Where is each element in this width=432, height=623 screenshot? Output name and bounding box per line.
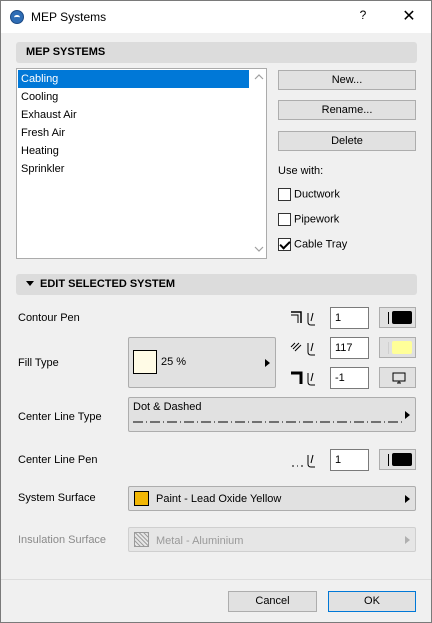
fill-background-monitor-button[interactable] (379, 367, 416, 388)
help-button[interactable]: ? (353, 8, 373, 26)
footer-divider (1, 579, 431, 580)
insulation-surface-swatch (134, 532, 149, 547)
center-line-type-value: Dot & Dashed (133, 401, 202, 413)
list-item[interactable]: Exhaust Air (18, 106, 249, 124)
fill-preview-swatch (133, 350, 157, 374)
fill-foreground-pen-icon (289, 339, 319, 357)
dialog-title: MEP Systems (31, 10, 107, 24)
insulation-surface-label: Insulation Surface (18, 534, 107, 546)
system-surface-label: System Surface (18, 492, 96, 504)
fill-type-value: 25 % (161, 356, 187, 368)
list-item[interactable]: Heating (18, 142, 249, 160)
system-surface-value: Paint - Lead Oxide Yellow (156, 493, 282, 505)
app-icon (10, 10, 24, 24)
mep-systems-dialog: MEP Systems ? ✕ MEP SYSTEMS Cabling Cool… (0, 0, 432, 623)
center-line-type-label: Center Line Type (18, 411, 102, 423)
fill-type-arrow-icon (265, 359, 270, 367)
mep-systems-header-label: MEP SYSTEMS (26, 46, 106, 58)
pipework-label: Pipework (294, 213, 340, 226)
center-line-pen-color-button[interactable] (379, 449, 416, 470)
ductwork-label: Ductwork (294, 188, 340, 201)
center-line-pen-swatch (392, 453, 412, 466)
contour-pen-color-button[interactable] (379, 307, 416, 328)
center-line-type-picker[interactable]: Dot & Dashed (128, 397, 416, 432)
contour-pen-icon (289, 309, 319, 327)
pipework-checkbox[interactable]: Pipework (278, 213, 339, 229)
delete-button[interactable]: Delete (278, 131, 416, 151)
edit-system-header-label: EDIT SELECTED SYSTEM (40, 278, 176, 290)
list-item[interactable]: Cabling (18, 70, 249, 88)
center-line-pen-icon (289, 451, 319, 469)
insulation-surface-arrow-icon (405, 536, 410, 544)
fill-foreground-swatch (392, 341, 412, 354)
scroll-up-icon[interactable] (253, 73, 265, 83)
list-item[interactable]: Fresh Air (18, 124, 249, 142)
contour-pen-label: Contour Pen (18, 312, 80, 324)
systems-list[interactable]: Cabling Cooling Exhaust Air Fresh Air He… (16, 68, 267, 259)
insulation-surface-value: Metal - Aluminium (156, 535, 244, 547)
use-with-label: Use with: (278, 165, 324, 177)
dot-dash-line-preview (133, 421, 405, 423)
fill-background-pen-icon (289, 369, 319, 387)
contour-pen-swatch (392, 311, 412, 324)
title-bar: MEP Systems ? ✕ (1, 1, 431, 33)
cable-tray-checkbox[interactable]: Cable Tray (278, 238, 347, 254)
ductwork-checkbox[interactable]: Ductwork (278, 188, 340, 204)
ok-button[interactable]: OK (328, 591, 416, 612)
mep-systems-header: MEP SYSTEMS (16, 42, 417, 63)
fill-foreground-color-button[interactable] (379, 337, 416, 358)
center-line-pen-label: Center Line Pen (18, 454, 98, 466)
fill-type-picker[interactable]: 25 % (128, 337, 276, 388)
edit-system-header[interactable]: EDIT SELECTED SYSTEM (16, 274, 417, 295)
pipework-checkbox-box[interactable] (278, 213, 291, 226)
list-item[interactable]: Sprinkler (18, 160, 249, 178)
cancel-button[interactable]: Cancel (228, 591, 317, 612)
cable-tray-checkbox-box[interactable] (278, 238, 291, 251)
center-line-type-arrow-icon (405, 411, 410, 419)
new-button[interactable]: New... (278, 70, 416, 90)
cable-tray-label: Cable Tray (294, 238, 348, 251)
insulation-surface-picker[interactable]: Metal - Aluminium (128, 527, 416, 552)
system-surface-swatch (134, 491, 149, 506)
fill-type-label: Fill Type (18, 357, 59, 369)
collapse-triangle-icon[interactable] (26, 280, 34, 286)
scroll-down-icon[interactable] (253, 245, 265, 255)
rename-button[interactable]: Rename... (278, 100, 416, 120)
list-item[interactable]: Cooling (18, 88, 249, 106)
fill-foreground-pen-field[interactable]: 117 (330, 337, 369, 359)
center-line-pen-field[interactable]: 1 (330, 449, 369, 471)
monitor-icon (392, 372, 406, 384)
system-surface-arrow-icon (405, 495, 410, 503)
close-button[interactable]: ✕ (398, 7, 420, 27)
ductwork-checkbox-box[interactable] (278, 188, 291, 201)
fill-background-pen-field[interactable]: -1 (330, 367, 369, 389)
system-surface-picker[interactable]: Paint - Lead Oxide Yellow (128, 486, 416, 511)
contour-pen-field[interactable]: 1 (330, 307, 369, 329)
